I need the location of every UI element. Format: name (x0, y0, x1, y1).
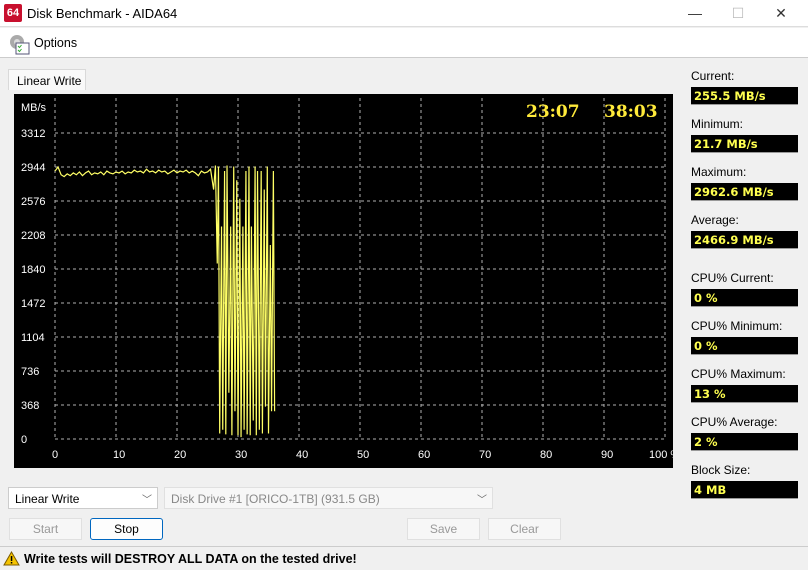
stat-value: 2 % (691, 433, 798, 451)
x-tick-label: 30 (235, 449, 247, 461)
warning-icon (3, 551, 20, 566)
y-tick-label: 1104 (21, 332, 45, 344)
x-tick-label: 10 (113, 449, 125, 461)
y-tick-label: 736 (21, 366, 39, 378)
stop-button[interactable]: Stop (90, 518, 163, 540)
stat-label: CPU% Current: (691, 271, 774, 285)
x-tick-label: 50 (357, 449, 369, 461)
stat-1: Minimum: 21.7 MB/s (691, 117, 801, 153)
drive-value: Disk Drive #1 [ORICO-1TB] (931.5 GB) (171, 492, 380, 506)
stat-label: Average: (691, 213, 739, 227)
stat-4: CPU% Current: 0 % (691, 271, 801, 307)
stat-value: 0 % (691, 289, 798, 307)
stat-2: Maximum: 2962.6 MB/s (691, 165, 801, 201)
stat-value: 13 % (691, 385, 798, 403)
test-type-value: Linear Write (15, 492, 80, 506)
options-icon (10, 35, 30, 55)
stat-3: Average: 2466.9 MB/s (691, 213, 801, 249)
stat-0: Current: 255.5 MB/s (691, 69, 801, 105)
y-axis-label: MB/s (21, 102, 47, 114)
x-tick-label: 70 (479, 449, 491, 461)
chevron-down-icon: ﹀ (142, 495, 152, 506)
elapsed-time: 23:07 (526, 102, 580, 122)
x-tick-label: 40 (296, 449, 308, 461)
y-tick-label: 2944 (21, 162, 45, 174)
x-tick-label: 90 (601, 449, 613, 461)
total-time: 38:03 (604, 102, 658, 122)
aida64-logo: 64 (4, 4, 22, 22)
stat-value: 255.5 MB/s (691, 87, 798, 105)
stat-value: 21.7 MB/s (691, 135, 798, 153)
stat-label: CPU% Average: (691, 415, 778, 429)
stat-label: Current: (691, 69, 735, 83)
stat-label: Minimum: (691, 117, 744, 131)
y-tick-label: 368 (21, 400, 39, 412)
stat-label: Block Size: (691, 463, 751, 477)
x-tick-label: 80 (540, 449, 552, 461)
minimize-button[interactable]: — (680, 4, 710, 24)
stat-7: CPU% Average: 2 % (691, 415, 801, 451)
x-tick-label: 20 (174, 449, 186, 461)
stat-5: CPU% Minimum: 0 % (691, 319, 801, 355)
close-button[interactable]: ✕ (766, 4, 796, 24)
maximize-button[interactable]: ☐ (723, 4, 753, 24)
chart-svg: 0 368 736 1104 1472 1840 2208 2576 2944 3312 MB/s 0… (21, 98, 680, 461)
stat-8: Block Size: 4 MB (691, 463, 801, 499)
stat-6: CPU% Maximum: 13 % (691, 367, 801, 403)
menu-bar: Options (0, 28, 808, 58)
drive-select[interactable]: Disk Drive #1 [ORICO-1TB] (931.5 GB) ﹀ (164, 487, 493, 509)
y-tick-label: 3312 (21, 128, 45, 140)
save-button[interactable]: Save (407, 518, 480, 540)
title-bar: 64 Disk Benchmark - AIDA64 — ☐ ✕ (0, 0, 808, 27)
stat-label: CPU% Minimum: (691, 319, 783, 333)
stat-value: 0 % (691, 337, 798, 355)
y-tick-label: 0 (21, 434, 27, 446)
menu-options[interactable]: Options (34, 36, 77, 50)
x-tick-label: 0 (52, 449, 58, 461)
stat-value: 2466.9 MB/s (691, 231, 798, 249)
stat-value: 4 MB (691, 481, 798, 499)
x-tick-label: 60 (418, 449, 430, 461)
window-title: Disk Benchmark - AIDA64 (27, 6, 178, 21)
benchmark-chart: 0 368 736 1104 1472 1840 2208 2576 2944 3312 MB/s 0… (14, 94, 680, 468)
clear-button[interactable]: Clear (488, 518, 561, 540)
warning-text: Write tests will DESTROY ALL DATA on the… (24, 552, 357, 566)
y-tick-label: 1840 (21, 264, 45, 276)
y-tick-label: 2576 (21, 196, 45, 208)
write-speed-line (54, 165, 276, 438)
chevron-down-icon: ﹀ (477, 495, 487, 506)
tab-linear-write[interactable]: Linear Write (8, 69, 86, 90)
status-bar: Write tests will DESTROY ALL DATA on the… (0, 546, 808, 570)
start-button[interactable]: Start (9, 518, 82, 540)
y-tick-label: 2208 (21, 230, 45, 242)
test-type-select[interactable]: Linear Write ﹀ (8, 487, 158, 509)
stat-value: 2962.6 MB/s (691, 183, 798, 201)
x-tick-label: 100 % (649, 449, 673, 461)
stat-label: CPU% Maximum: (691, 367, 786, 381)
stat-label: Maximum: (691, 165, 747, 179)
y-tick-label: 1472 (21, 298, 45, 310)
